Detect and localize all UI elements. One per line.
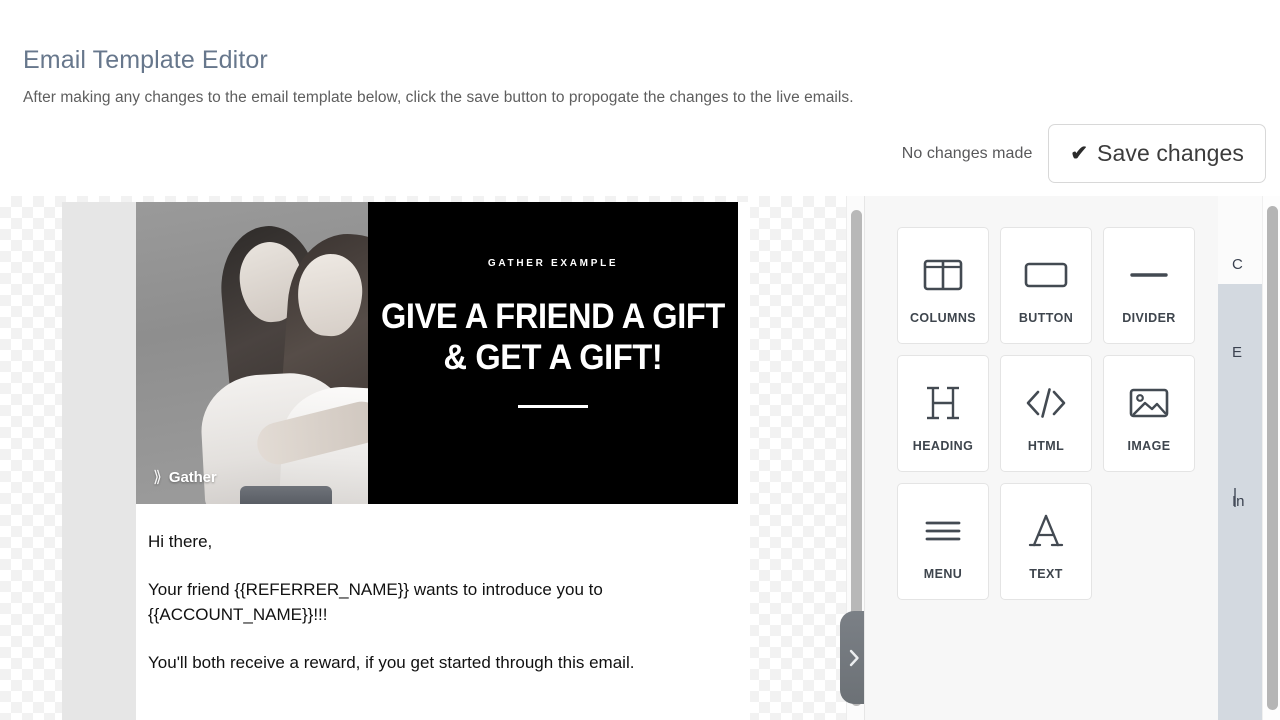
menu-icon (923, 503, 963, 559)
settings-panel-scrollbar-thumb[interactable] (1267, 206, 1278, 710)
widget-tile-html[interactable]: HTML (1000, 355, 1092, 472)
changes-status-label: No changes made (901, 144, 1033, 162)
widget-tile-label: HTML (1027, 438, 1065, 453)
widget-tile-columns[interactable]: COLUMNS (897, 227, 989, 344)
hero-text-panel: GATHER EXAMPLE GIVE A FRIEND A GIFT & GE… (368, 202, 738, 504)
divider-icon (1129, 247, 1169, 303)
widget-tile-label: DIVIDER (1122, 310, 1176, 325)
gather-watermark: ⟫ Gather (153, 469, 217, 486)
email-body[interactable]: ⟫ Gather GATHER EXAMPLE GIVE A FRIEND A … (136, 202, 750, 720)
settings-label-clipped: In (1232, 493, 1245, 510)
heading-icon (924, 375, 962, 431)
settings-label-clipped: C (1232, 256, 1243, 273)
page-title: Email Template Editor (23, 46, 268, 74)
columns-icon (923, 247, 963, 303)
widget-tile-label: COLUMNS (910, 310, 976, 325)
email-frame: ⟫ Gather GATHER EXAMPLE GIVE A FRIEND A … (62, 202, 750, 720)
gather-watermark-label: Gather (168, 469, 217, 486)
widget-tile-text[interactable]: TEXT (1000, 483, 1092, 600)
button-icon (1024, 247, 1068, 303)
save-changes-button[interactable]: ✔ Save changes (1048, 124, 1266, 183)
page-subtitle: After making any changes to the email te… (23, 89, 854, 106)
email-paragraph: Hi there, (148, 532, 213, 551)
settings-panel-scrollbar[interactable] (1262, 196, 1280, 720)
widget-palette-panel: COLUMNS BUTTON DIVIDER HEADING HTML IMAG… (864, 196, 1256, 720)
hero-banner-block[interactable]: ⟫ Gather GATHER EXAMPLE GIVE A FRIEND A … (136, 202, 738, 504)
hero-eyebrow: GATHER EXAMPLE (487, 258, 619, 269)
widget-tile-label: TEXT (1029, 566, 1063, 581)
gather-logo-icon: ⟫ (153, 468, 162, 486)
widget-tile-heading[interactable]: HEADING (897, 355, 989, 472)
hero-photo: ⟫ Gather (136, 202, 369, 504)
settings-panel-inner: C E In (1218, 196, 1262, 720)
widget-tile-label: MENU (923, 566, 963, 581)
image-icon (1129, 375, 1169, 431)
widget-palette-grid: COLUMNS BUTTON DIVIDER HEADING HTML IMAG… (897, 227, 1201, 600)
email-text-block[interactable]: Hi there, Your friend {{REFERRER_NAME}} … (136, 504, 750, 676)
hero-headline: GIVE A FRIEND A GIFT & GET A GIFT! (381, 297, 725, 379)
widget-tile-label: IMAGE (1127, 438, 1171, 453)
panel-collapse-handle[interactable] (840, 611, 864, 704)
widget-tile-label: HEADING (912, 438, 974, 453)
save-button-label: Save changes (1097, 140, 1244, 166)
code-icon (1024, 375, 1068, 431)
widget-tile-image[interactable]: IMAGE (1103, 355, 1195, 472)
settings-panel-clipped: C E In (1218, 196, 1280, 720)
save-controls: No changes made ✔ Save changes (902, 124, 1266, 183)
page-header: Email Template Editor After making any c… (0, 0, 1280, 196)
check-icon: ✔ (1070, 142, 1089, 165)
text-icon (1027, 503, 1065, 559)
email-paragraph: Your friend {{REFERRER_NAME}} wants to i… (148, 580, 603, 624)
email-canvas[interactable]: ⟫ Gather GATHER EXAMPLE GIVE A FRIEND A … (0, 196, 864, 720)
photo-figure-jeans (240, 486, 332, 504)
widget-tile-menu[interactable]: MENU (897, 483, 989, 600)
hero-headline-line2: & GET A GIFT! (443, 337, 663, 377)
hero-headline-line1: GIVE A FRIEND A GIFT (381, 297, 726, 336)
email-template-editor-page: Email Template Editor After making any c… (0, 0, 1280, 720)
chevron-right-icon (849, 649, 859, 666)
widget-tile-button[interactable]: BUTTON (1000, 227, 1092, 344)
editor-shell: ⟫ Gather GATHER EXAMPLE GIVE A FRIEND A … (0, 196, 1280, 720)
email-paragraph: You'll both receive a reward, if you get… (148, 653, 635, 673)
widget-tile-divider[interactable]: DIVIDER (1103, 227, 1195, 344)
settings-label-clipped: E (1232, 344, 1243, 361)
hero-divider-rule (518, 404, 589, 408)
widget-tile-label: BUTTON (1018, 310, 1074, 325)
